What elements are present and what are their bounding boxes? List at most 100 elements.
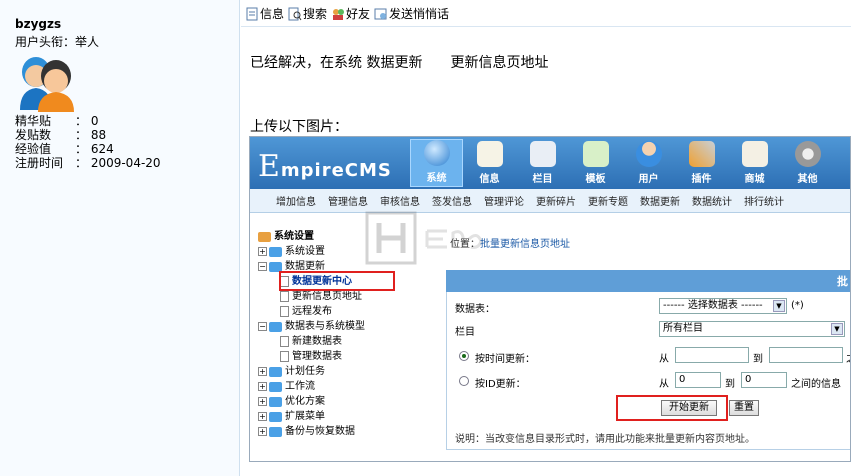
stat-key: 精华贴	[15, 114, 52, 128]
tree-item[interactable]: + 工作流	[258, 379, 428, 394]
subnav-item[interactable]: 管理信息	[322, 193, 374, 208]
tree-root[interactable]: 系统设置	[258, 229, 428, 244]
crumb-link[interactable]: 批量更新信息页地址	[480, 239, 570, 250]
cms-sub-nav: 增加信息 管理信息 审核信息 签发信息 管理评论 更新碎片 更新专题 数据更新 …	[250, 189, 850, 213]
tree-item[interactable]: + 备份与恢复数据	[258, 424, 428, 439]
subnav-item[interactable]: 管理评论	[478, 193, 530, 208]
stat-key: 注册时间	[15, 156, 64, 170]
subnav-item[interactable]: 更新碎片	[530, 193, 582, 208]
username[interactable]: bzygzs	[15, 17, 61, 31]
page-icon	[280, 336, 289, 347]
tree-item[interactable]: + 优化方案	[258, 394, 428, 409]
search-link[interactable]: 搜索	[288, 5, 327, 22]
tree-item[interactable]: + 计划任务	[258, 364, 428, 379]
folder-icon	[269, 366, 282, 377]
subnav-item[interactable]: 增加信息	[270, 193, 322, 208]
subnav-item[interactable]: 排行统计	[738, 193, 790, 208]
tree-item[interactable]: − 数据表与系统模型	[258, 319, 428, 334]
nav-system[interactable]: 系统	[410, 139, 463, 187]
highlight-box	[616, 395, 728, 421]
expand-icon[interactable]: +	[258, 367, 267, 376]
expand-icon[interactable]: +	[258, 247, 267, 256]
tree-label: 扩展菜单	[285, 411, 325, 422]
folder-icon	[269, 396, 282, 407]
nav-plugin[interactable]: 插件	[675, 139, 728, 187]
column-label: 栏目	[455, 327, 475, 338]
info-label: 信息	[260, 7, 285, 21]
post-actions: 信息 搜索 好友 发送悄悄话	[245, 5, 449, 22]
collapse-icon[interactable]: −	[258, 322, 267, 331]
input-value: 0	[679, 374, 686, 385]
table-label: 数据表：	[455, 304, 495, 315]
info-link[interactable]: 信息	[245, 5, 284, 22]
to-label: 到	[753, 354, 763, 365]
expand-icon[interactable]: +	[258, 397, 267, 406]
tree-item[interactable]: 更新信息页地址	[258, 289, 428, 304]
by-time-radio[interactable]	[459, 351, 469, 361]
nav-user[interactable]: 用户	[622, 139, 675, 187]
end-time-input[interactable]	[769, 347, 843, 363]
select-value: ------ 选择数据表 ------	[663, 300, 763, 311]
expand-icon[interactable]: +	[258, 427, 267, 436]
avatar[interactable]	[14, 50, 78, 112]
friend-label: 好友	[346, 7, 371, 21]
end-id-input[interactable]: 0	[741, 372, 787, 388]
tree-label: 更新信息页地址	[292, 291, 362, 302]
stat-row: 发贴数 ： 88	[15, 128, 161, 142]
tree-item[interactable]: 远程发布	[258, 304, 428, 319]
nav-shop[interactable]: 商城	[728, 139, 781, 187]
reset-button[interactable]: 重置	[729, 400, 759, 416]
table-select[interactable]: ------ 选择数据表 ------ ▼	[659, 298, 787, 314]
user-info-panel: bzygzs 用户头衔：举人 精华贴 ： 0 发贴数 ： 88 经验值 ： 624 注…	[0, 0, 240, 476]
folder-icon	[269, 411, 282, 422]
tree-item[interactable]: + 系统设置	[258, 244, 428, 259]
logo-text: mpireCMS	[280, 160, 392, 181]
nav-label: 信息	[479, 174, 500, 185]
subnav-item[interactable]: 数据更新	[634, 193, 686, 208]
column-select[interactable]: 所有栏目 ▼	[659, 321, 845, 337]
tree-label: 系统设置	[285, 246, 325, 257]
nav-label: 商城	[744, 174, 765, 185]
start-id-input[interactable]: 0	[675, 372, 721, 388]
chevron-down-icon: ▼	[773, 300, 785, 312]
user-title: 用户头衔：举人	[15, 33, 99, 50]
by-id-radio[interactable]	[459, 376, 469, 386]
cms-main-nav: 系统 信息 栏目 模板 用户 插件 商城 其他	[410, 139, 834, 187]
attached-screenshot: EmpireCMS 系统 信息 栏目 模板 用户 插件 商城 其他 增加信息 管…	[249, 136, 851, 462]
expand-icon[interactable]: +	[258, 412, 267, 421]
cms-logo: EmpireCMS	[258, 149, 392, 184]
subnav-item[interactable]: 数据统计	[686, 193, 738, 208]
subnav-item[interactable]: 审核信息	[374, 193, 426, 208]
tree-label: 数据表与系统模型	[285, 321, 365, 332]
tree-item[interactable]: 新建数据表	[258, 334, 428, 349]
nav-label: 栏目	[532, 174, 553, 185]
nav-other[interactable]: 其他	[781, 139, 834, 187]
nav-label: 系统	[426, 173, 447, 184]
tree-item[interactable]: + 扩展菜单	[258, 409, 428, 424]
tree-label: 优化方案	[285, 396, 325, 407]
user-title-label: 用户头衔：	[15, 35, 76, 49]
tree-label: 远程发布	[292, 306, 332, 317]
to-label: 到	[725, 379, 735, 390]
nav-column[interactable]: 栏目	[516, 139, 569, 187]
friend-link[interactable]: 好友	[331, 5, 370, 22]
start-time-input[interactable]	[675, 347, 749, 363]
forum-post: bzygzs 用户头衔：举人 精华贴 ： 0 发贴数 ： 88 经验值 ： 624 注…	[0, 0, 851, 476]
tree-item[interactable]: 管理数据表	[258, 349, 428, 364]
stat-value: ： 0	[75, 114, 99, 128]
collapse-icon[interactable]: −	[258, 262, 267, 271]
stat-row: 注册时间 ： 2009-04-20	[15, 156, 161, 170]
tree-label: 系统设置	[274, 231, 314, 242]
template-icon	[582, 141, 609, 167]
expand-icon[interactable]: +	[258, 382, 267, 391]
whisper-link[interactable]: 发送悄悄话	[374, 5, 449, 22]
nav-info[interactable]: 信息	[463, 139, 516, 187]
user-stats: 精华贴 ： 0 发贴数 ： 88 经验值 ： 624 注册时间 ： 2009-04-20	[15, 114, 161, 170]
tree-label: 计划任务	[285, 366, 325, 377]
subnav-item[interactable]: 更新专题	[582, 193, 634, 208]
subnav-item[interactable]: 签发信息	[426, 193, 478, 208]
breadcrumb: 位置：批量更新信息页地址	[450, 235, 570, 250]
nav-template[interactable]: 模板	[569, 139, 622, 187]
nav-label: 其他	[797, 174, 818, 185]
message-icon	[374, 8, 387, 19]
